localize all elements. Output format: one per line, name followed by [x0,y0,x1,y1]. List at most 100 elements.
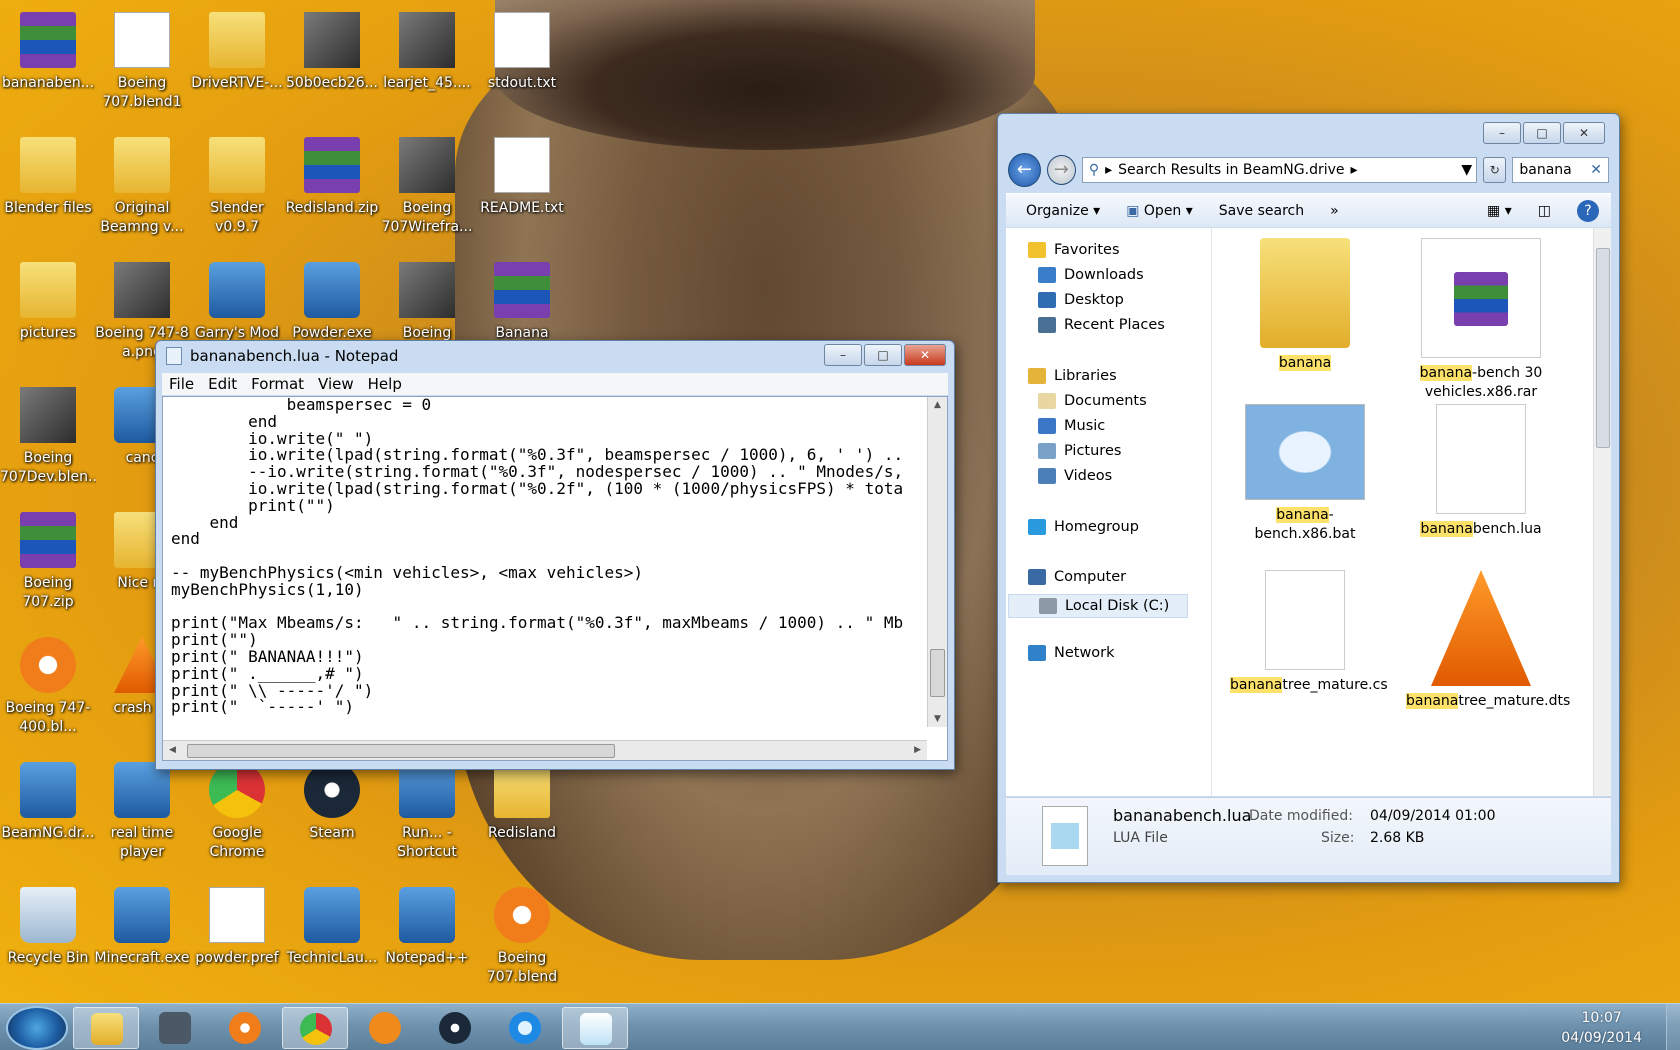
taskbar-beamng[interactable] [352,1007,418,1049]
desktop-icon[interactable]: Steam [286,756,378,872]
file-item[interactable]: banana-bench.x86.bat [1230,404,1380,544]
nav-item[interactable]: Pictures [1038,443,1121,459]
folder-icon [91,1013,123,1045]
menu-view[interactable]: View [311,373,361,395]
close-button[interactable]: ✕ [904,344,946,366]
desktop-icon[interactable]: Boeing 707.blend1 [96,6,188,122]
desktop-icon[interactable]: bananaben... [2,6,94,122]
close-button[interactable]: ✕ [1563,122,1605,144]
desktop-icon[interactable]: Blender files [2,131,94,247]
desktop-icon[interactable]: learjet_45.... [381,6,473,122]
desktop-icon[interactable]: Google Chrome [191,756,283,872]
menu-edit[interactable]: Edit [201,373,244,395]
taskbar-chrome[interactable] [282,1007,348,1049]
nav-item[interactable]: Favorites [1028,242,1120,258]
minimize-button[interactable]: – [1483,122,1521,144]
save-search-button[interactable]: Save search [1219,203,1304,219]
desktop-icon[interactable]: pictures [2,256,94,372]
desktop-icon[interactable]: real time player [96,756,188,872]
desktop-icon[interactable]: Boeing 707.blend [476,881,568,997]
search-input[interactable]: banana ✕ [1512,157,1609,183]
address-dropdown-icon[interactable]: ▼ [1461,158,1472,182]
start-button[interactable] [6,1006,68,1050]
desktop-icon[interactable]: powder.pref [191,881,283,997]
desktop-icon[interactable]: README.txt [476,131,568,247]
nav-item[interactable]: Videos [1038,468,1112,484]
desktop-icon[interactable]: Original Beamng v... [96,131,188,247]
clear-search-icon[interactable]: ✕ [1590,158,1602,182]
maximize-button[interactable]: □ [1523,122,1561,144]
nav-item[interactable]: Desktop [1038,292,1124,308]
menu-help[interactable]: Help [361,373,409,395]
taskbar-explorer[interactable] [73,1007,139,1049]
nav-item[interactable]: Music [1038,418,1105,434]
taskbar-blender[interactable] [212,1007,278,1049]
file-item[interactable]: bananatree_mature.cs [1230,570,1388,695]
notepad-window[interactable]: bananabench.lua - Notepad – □ ✕ File Edi… [155,340,955,770]
desktop-icon[interactable]: Notepad++ [381,881,473,997]
notepad-text-area[interactable]: beamspersec = 0 end io.write(" ") io.wri… [162,396,948,761]
scroll-up-icon[interactable]: ▲ [934,400,941,410]
nav-item[interactable]: Documents [1038,393,1147,409]
desktop-icon[interactable]: DriveRTVE-... [191,6,283,122]
file-item[interactable]: bananabench.lua [1406,404,1556,539]
desktop-icon[interactable]: Minecraft.exe [95,881,189,997]
scroll-right-icon[interactable]: ▶ [914,745,921,755]
hscroll-thumb[interactable] [187,744,615,758]
address-bar[interactable]: ⚲ ▸ Search Results in BeamNG.drive ▸ ▼ [1081,157,1478,183]
refresh-icon[interactable]: ↻ [1483,157,1507,183]
nav-item[interactable]: Homegroup [1028,519,1139,535]
taskbar-notepad[interactable] [562,1007,628,1049]
nav-item[interactable]: Downloads [1038,267,1144,283]
minimize-button[interactable]: – [824,344,862,366]
desktop-icon[interactable]: stdout.txt [476,6,568,122]
more-commands-icon[interactable]: » [1330,203,1339,219]
back-icon[interactable]: ← [1008,153,1041,187]
open-button[interactable]: ▣ Open ▾ [1126,203,1193,219]
desktop-icon[interactable]: Boeing 707Dev.blen... [0,381,96,497]
code-content[interactable]: beamspersec = 0 end io.write(" ") io.wri… [171,397,933,722]
view-options-icon[interactable]: ▦ ▾ [1487,203,1512,219]
file-item[interactable]: bananatree_mature.dts [1406,570,1570,711]
explorer-window[interactable]: – □ ✕ ← → ⚲ ▸ Search Results in BeamNG.d… [997,113,1620,883]
desktop-icon[interactable]: Recycle Bin [2,881,94,997]
desktop-icon[interactable]: Boeing 747-400.bl... [2,631,94,747]
nav-item[interactable]: Libraries [1028,368,1117,384]
desktop-icon[interactable]: Boeing 707.zip [2,506,94,622]
preview-pane-icon[interactable]: ◫ [1538,203,1551,219]
desktop-icon[interactable]: Run... - Shortcut [381,756,473,872]
forward-icon[interactable]: → [1046,155,1076,185]
file-list-scroll-thumb[interactable] [1596,248,1610,448]
file-list-scrollbar[interactable] [1593,228,1611,796]
scroll-thumb[interactable] [930,649,945,697]
vertical-scrollbar[interactable]: ▲ ▼ [927,397,947,727]
show-desktop-button[interactable] [1666,1004,1680,1050]
taskbar-ie[interactable] [492,1007,558,1049]
taskbar-steam[interactable] [422,1007,488,1049]
nav-item-label: Music [1064,418,1106,434]
desktop-icon[interactable]: BeamNG.dr... [2,756,94,872]
horizontal-scrollbar[interactable]: ◀ ▶ [163,740,927,760]
taskbar-chess[interactable] [142,1007,208,1049]
menu-file[interactable]: File [162,373,201,395]
scroll-down-icon[interactable]: ▼ [934,714,941,724]
nav-item[interactable]: Network [1028,645,1115,661]
desktop-icon[interactable]: Redisland [476,756,568,872]
desktop-icon[interactable]: Boeing 707Wirefra... [381,131,473,247]
organize-button[interactable]: Organize ▾ [1026,203,1100,219]
nav-item[interactable]: Computer [1028,569,1126,585]
desktop-icon[interactable]: Redisland.zip [286,131,378,247]
clock[interactable]: 10:07 04/09/2014 [1561,1008,1642,1048]
nav-item[interactable]: Recent Places [1038,317,1165,333]
nav-item[interactable]: Local Disk (C:) [1008,594,1188,618]
file-item[interactable]: banana-bench 30 vehicles.x86.rar [1406,238,1556,402]
scroll-left-icon[interactable]: ◀ [169,745,176,755]
file-item[interactable]: banana [1230,238,1380,373]
help-icon[interactable]: ? [1577,199,1599,222]
breadcrumb-chevron-icon[interactable]: ▸ [1351,158,1358,182]
desktop-icon[interactable]: Slender v0.9.7 [191,131,283,247]
maximize-button[interactable]: □ [864,344,902,366]
menu-format[interactable]: Format [244,373,311,395]
desktop-icon[interactable]: TechnicLau... [286,881,378,997]
desktop-icon[interactable]: 50b0ecb26... [286,6,378,122]
